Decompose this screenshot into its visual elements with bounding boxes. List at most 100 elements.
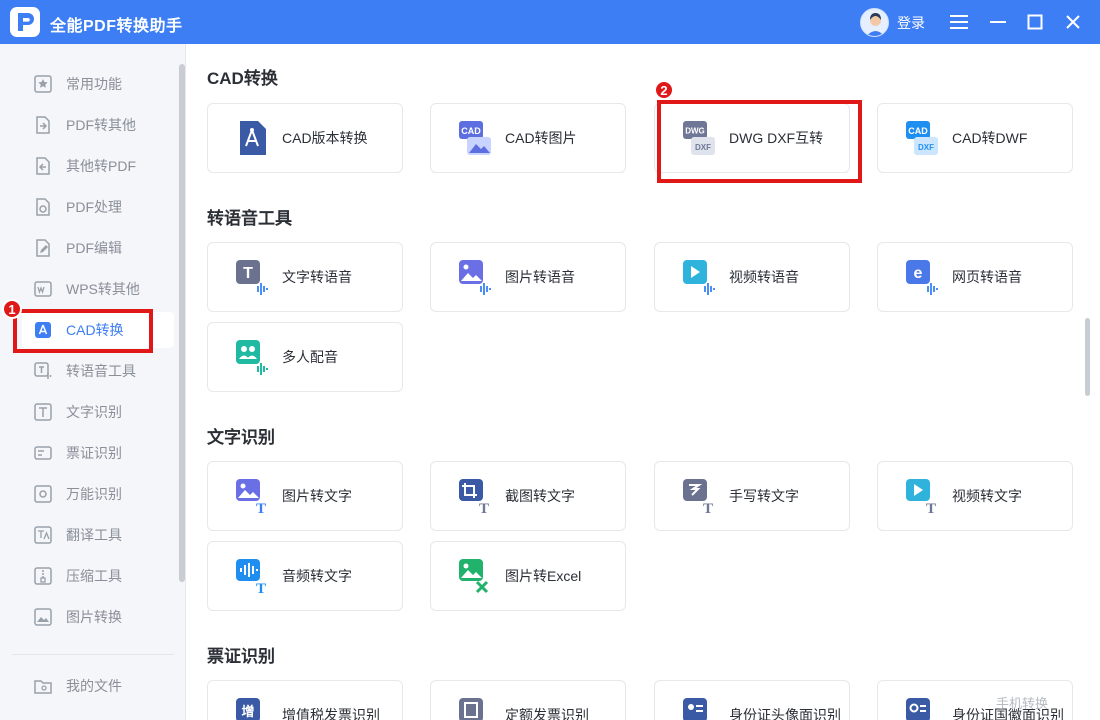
sidebar-divider bbox=[12, 654, 174, 655]
card-text-to-speech[interactable]: T 文字转语音 bbox=[207, 242, 403, 312]
image-to-text-icon: T bbox=[236, 479, 266, 515]
card-label: 身份证头像面识别 bbox=[729, 707, 841, 720]
title-bar: 全能PDF转换助手 登录 bbox=[0, 0, 1100, 44]
card-video-to-speech[interactable]: 视频转语音 bbox=[654, 242, 850, 312]
pdf-import-icon bbox=[36, 157, 50, 175]
sidebar-item-label: 其他转PDF bbox=[66, 158, 136, 174]
pdf-edit-icon bbox=[36, 239, 50, 257]
card-id-front[interactable]: 身份证头像面识别 bbox=[654, 680, 850, 720]
sidebar-item-pdf-to-other[interactable]: PDF转其他 bbox=[22, 107, 174, 143]
sidebar-item-other-to-pdf[interactable]: 其他转PDF bbox=[22, 148, 174, 184]
login-link[interactable]: 登录 bbox=[897, 13, 925, 33]
vat-invoice-icon: 增 bbox=[236, 698, 260, 720]
sidebar-item-common[interactable]: 常用功能 bbox=[22, 66, 174, 102]
wps-icon bbox=[34, 281, 52, 297]
sidebar-item-speech[interactable]: 转语音工具 bbox=[22, 353, 174, 389]
sidebar-item-label: WPS转其他 bbox=[66, 281, 140, 297]
handwriting-to-text-icon: T bbox=[683, 479, 713, 515]
cad-icon-text: CAD bbox=[461, 126, 481, 136]
scan-eye-icon bbox=[34, 485, 52, 503]
card-label: 网页转语音 bbox=[952, 269, 1022, 285]
pdf-process-icon bbox=[36, 198, 50, 216]
card-audio-to-text[interactable]: T 音频转文字 bbox=[207, 541, 403, 611]
content-scrollbar[interactable] bbox=[1085, 318, 1090, 396]
minimize-button[interactable] bbox=[986, 10, 1010, 34]
id-card-back-icon bbox=[906, 698, 930, 720]
sidebar-item-translate[interactable]: 翻译工具 bbox=[22, 517, 174, 553]
card-vat-invoice[interactable]: 增 增值税发票识别 bbox=[207, 680, 403, 720]
speech-icon bbox=[34, 362, 52, 379]
sidebar-item-wps-to-other[interactable]: WPS转其他 bbox=[22, 271, 174, 307]
sidebar-item-label: 文字识别 bbox=[66, 404, 122, 420]
card-label: 截图转文字 bbox=[505, 488, 575, 504]
sidebar-item-label: 我的文件 bbox=[66, 678, 122, 694]
zip-icon bbox=[34, 567, 52, 585]
close-button[interactable] bbox=[1061, 10, 1085, 34]
sidebar-item-compress[interactable]: 压缩工具 bbox=[22, 558, 174, 594]
close-icon bbox=[1066, 15, 1080, 29]
card-label: 多人配音 bbox=[282, 349, 338, 365]
highlight-box-dwg-dxf bbox=[657, 100, 862, 183]
t-icon-text: T bbox=[256, 581, 266, 595]
maximize-icon bbox=[1027, 14, 1043, 30]
card-screenshot-to-text[interactable]: T 截图转文字 bbox=[430, 461, 626, 531]
sidebar-item-ticket[interactable]: 票证识别 bbox=[22, 435, 174, 471]
user-avatar-icon[interactable] bbox=[860, 8, 889, 37]
card-label: 增值税发票识别 bbox=[282, 707, 380, 720]
card-cad-to-image[interactable]: CAD CAD转图片 bbox=[430, 103, 626, 173]
card-cad-to-dwf[interactable]: CAD DXF CAD转DWF bbox=[877, 103, 1073, 173]
t-icon-text: T bbox=[256, 501, 266, 515]
sidebar-item-text-ocr[interactable]: 文字识别 bbox=[22, 394, 174, 430]
card-quota-invoice[interactable]: 定额发票识别 bbox=[430, 680, 626, 720]
cad-version-icon bbox=[240, 121, 266, 155]
card-label: 音频转文字 bbox=[282, 568, 352, 584]
video-to-speech-icon bbox=[683, 260, 715, 295]
text-to-speech-icon: T bbox=[236, 260, 268, 295]
audio-to-text-icon: T bbox=[236, 559, 266, 595]
sidebar-item-image-convert[interactable]: 图片转换 bbox=[22, 599, 174, 635]
cad-icon-text: CAD bbox=[908, 126, 928, 136]
sidebar-item-label: 压缩工具 bbox=[66, 568, 122, 584]
section-title-ocr: 文字识别 bbox=[207, 428, 275, 447]
star-grid-icon bbox=[34, 75, 52, 93]
sidebar-item-my-files[interactable]: 我的文件 bbox=[22, 668, 174, 704]
card-label: 图片转Excel bbox=[505, 568, 582, 584]
card-handwriting-to-text[interactable]: T 手写转文字 bbox=[654, 461, 850, 531]
pdf-export-icon bbox=[36, 116, 50, 134]
app-logo-icon bbox=[10, 7, 40, 37]
card-image-to-excel[interactable]: 图片转Excel bbox=[430, 541, 626, 611]
menu-button[interactable] bbox=[947, 10, 971, 34]
sidebar-item-label: PDF处理 bbox=[66, 199, 122, 215]
sidebar-item-universal-ocr[interactable]: 万能识别 bbox=[22, 476, 174, 512]
e-icon-text: e bbox=[914, 265, 923, 282]
sidebar-item-label: 翻译工具 bbox=[66, 527, 122, 543]
text-ocr-icon bbox=[34, 403, 52, 421]
image-to-excel-icon bbox=[459, 559, 489, 594]
dxf-icon-text: DXF bbox=[918, 143, 934, 152]
card-image-to-text[interactable]: T 图片转文字 bbox=[207, 461, 403, 531]
cad-to-dwf-icon: CAD DXF bbox=[906, 121, 938, 155]
card-web-to-speech[interactable]: e 网页转语音 bbox=[877, 242, 1073, 312]
sidebar-item-pdf-edit[interactable]: PDF编辑 bbox=[22, 230, 174, 266]
section-title-ticket: 票证识别 bbox=[207, 647, 275, 666]
screenshot-to-text-icon: T bbox=[459, 479, 489, 515]
sidebar-item-label: 图片转换 bbox=[66, 609, 122, 625]
minimize-icon bbox=[990, 21, 1006, 23]
sidebar: 常用功能 PDF转其他 其他转PDF PDF处理 PDF编辑 WPS转其他 CA… bbox=[0, 44, 186, 720]
card-video-to-text[interactable]: T 视频转文字 bbox=[877, 461, 1073, 531]
sidebar-scrollbar[interactable] bbox=[179, 64, 185, 582]
card-image-to-speech[interactable]: 图片转语音 bbox=[430, 242, 626, 312]
maximize-button[interactable] bbox=[1023, 10, 1047, 34]
t-icon-text: T bbox=[926, 501, 936, 515]
card-label: 图片转语音 bbox=[505, 269, 575, 285]
image-to-speech-icon bbox=[459, 260, 491, 295]
card-label: CAD转DWF bbox=[952, 130, 1028, 146]
step-badge-1: 1 bbox=[2, 299, 22, 319]
card-cad-version[interactable]: CAD版本转换 bbox=[207, 103, 403, 173]
card-multi-voice[interactable]: 多人配音 bbox=[207, 322, 403, 392]
sidebar-item-pdf-process[interactable]: PDF处理 bbox=[22, 189, 174, 225]
sidebar-item-label: PDF转其他 bbox=[66, 117, 136, 133]
section-title-speech: 转语音工具 bbox=[207, 209, 292, 228]
card-label: 图片转文字 bbox=[282, 488, 352, 504]
card-label: 视频转语音 bbox=[729, 269, 799, 285]
